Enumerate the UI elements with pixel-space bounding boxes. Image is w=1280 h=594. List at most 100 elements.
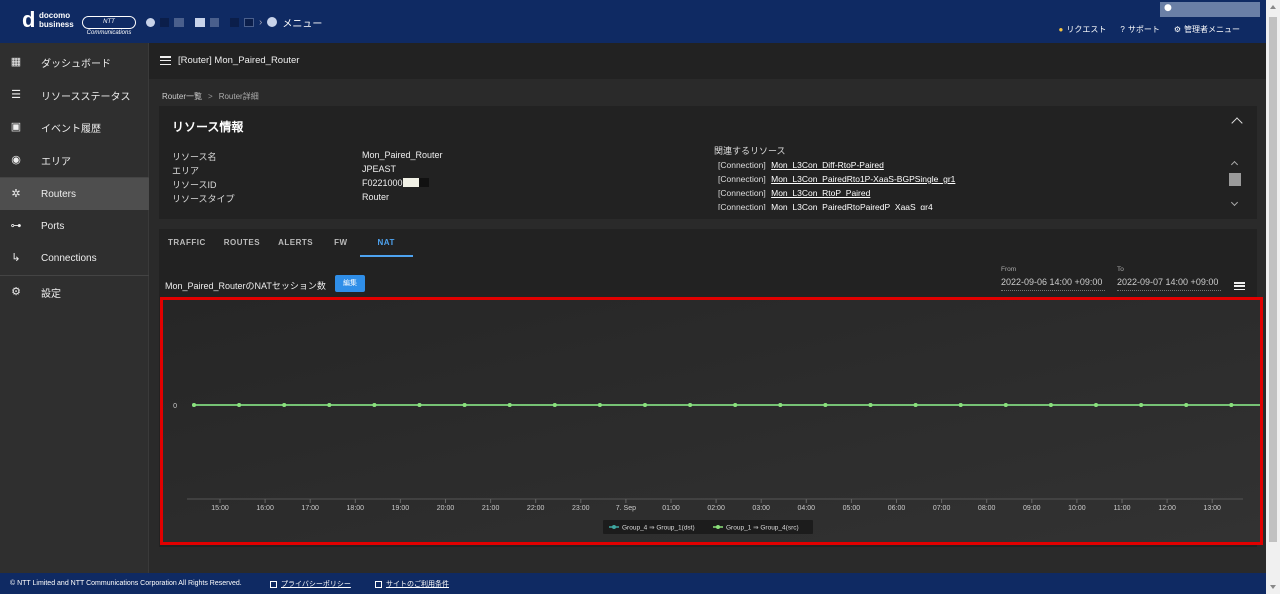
sidebar-item-label: ダッシュボード [41, 58, 111, 70]
x-tick-label: 7. Sep [616, 505, 636, 512]
to-date-input[interactable]: 2022-09-07 14:00 +09:00 [1117, 277, 1221, 291]
sidebar-item-label: エリア [41, 156, 71, 168]
data-point [1139, 403, 1144, 407]
data-point [643, 403, 647, 407]
related-list-scrollbar[interactable] [1227, 158, 1243, 210]
related-type: [Connection] [718, 174, 766, 184]
data-point [462, 403, 467, 407]
sidebar-item-label: 設定 [41, 288, 61, 300]
redacted-block [418, 178, 429, 187]
data-point [868, 403, 873, 407]
help-icon: ? [1120, 25, 1125, 34]
globe-pin-icon: ◉ [11, 154, 21, 166]
data-point [417, 403, 422, 407]
sidebar-item-routers[interactable]: ✲ Routers [0, 178, 149, 210]
sidebar-item-event-history[interactable]: ▣ イベント履歴 [0, 111, 149, 143]
chart-svg: 0 15:00 16:00 17:00 18:00 19:00 20:00 21:00 22:0… [163, 300, 1260, 542]
data-point [823, 403, 828, 407]
privacy-policy-link[interactable]: プライバシーポリシー [270, 579, 351, 589]
x-tick-label: 03:00 [752, 505, 770, 512]
tab-traffic[interactable]: TRAFFIC [159, 229, 215, 257]
page-scrollbar[interactable] [1266, 0, 1280, 594]
x-tick-label: 17:00 [301, 505, 319, 512]
scrollbar-thumb[interactable] [1269, 17, 1277, 542]
related-link[interactable]: Mon_L3Con_RtoP_Paired [771, 188, 870, 198]
scroll-down-icon[interactable] [1270, 585, 1276, 589]
x-tick-label: 15:00 [211, 505, 229, 512]
breadcrumb-current: Router詳細 [218, 92, 259, 101]
x-tick-label: 04:00 [798, 505, 816, 512]
edit-button[interactable]: 編集 [335, 275, 365, 292]
scroll-up-icon[interactable] [1230, 160, 1239, 169]
hamburger-menu-icon[interactable] [160, 56, 171, 66]
x-tick-label: 02:00 [707, 505, 725, 512]
data-point [733, 403, 738, 407]
support-link[interactable]: ? サポート [1120, 24, 1159, 35]
copyright-text: © NTT Limited and NTT Communications Cor… [10, 580, 242, 587]
legend-label: Group_1 ⇒ Group_4(src) [726, 525, 799, 532]
request-link[interactable]: ● リクエスト [1059, 24, 1107, 35]
related-type: [Connection] [718, 160, 766, 170]
related-link[interactable]: Mon_L3Con_PairedRto1P-XaaS-BGPSingle_gr1 [771, 174, 955, 184]
list-item: [Connection] Mon_L3Con_PairedRto1P-XaaS-… [718, 172, 1226, 186]
related-link[interactable]: Mon_L3Con_Diff-RtoP-Paired [771, 160, 884, 170]
scroll-down-icon[interactable] [1230, 198, 1239, 207]
tab-nat[interactable]: NAT [359, 229, 413, 257]
ntt-communications-badge: NTT Communications [82, 16, 136, 36]
data-point [282, 403, 287, 407]
data-point [1229, 403, 1234, 407]
page-titlebar: [Router] Mon_Paired_Router [149, 43, 1266, 79]
sidebar-item-ports[interactable]: ⊶ Ports [0, 210, 149, 242]
admin-menu-label: 管理者メニュー [1184, 25, 1240, 34]
data-point [327, 403, 332, 407]
list-item: [Connection] Mon_L3Con_Diff-RtoP-Paired [718, 158, 1226, 172]
breadcrumb-router-list[interactable]: Router一覧 [162, 92, 202, 101]
collapse-chevron-icon[interactable] [1231, 117, 1243, 129]
redacted-block [244, 17, 254, 27]
tenant-breadcrumb[interactable]: › メニュー [146, 15, 322, 30]
resource-info-card: リソース情報 リソース名 Mon_Paired_Router エリア JPEAS… [159, 106, 1257, 219]
x-tick-label: 22:00 [527, 505, 545, 512]
related-link[interactable]: Mon_L3Con_PairedRtoPairedP_XaaS_gr4 [771, 202, 933, 210]
sidebar-item-area[interactable]: ◉ エリア [0, 144, 149, 176]
resource-name-value: Mon_Paired_Router [362, 150, 443, 160]
bulb-icon: ● [1058, 25, 1064, 34]
user-account-button[interactable]: ● [1160, 2, 1260, 17]
sidebar-item-dashboard[interactable]: ▦ ダッシュボード [0, 46, 149, 78]
request-label: リクエスト [1066, 25, 1107, 34]
admin-menu-link[interactable]: ⚙ 管理者メニュー [1174, 24, 1240, 35]
header-links: ● リクエスト ? サポート ⚙ 管理者メニュー [1059, 24, 1240, 35]
scrollbar-thumb[interactable] [1229, 173, 1241, 186]
redacted-block [174, 17, 184, 27]
data-point [1094, 403, 1098, 407]
sidebar-item-settings[interactable]: ⚙ 設定 [0, 276, 149, 308]
grid-icon: ▦ [10, 56, 22, 68]
redacted-block [210, 17, 219, 27]
x-tick-label: 01:00 [662, 505, 680, 512]
sidebar-item-label: リソースステータス [41, 91, 131, 103]
tab-alerts[interactable]: ALERTS [269, 229, 322, 257]
x-tick-label: 10:00 [1068, 505, 1086, 512]
resource-info-heading: リソース情報 [172, 120, 244, 134]
x-tick-label: 06:00 [888, 505, 906, 512]
router-icon: ✲ [11, 188, 21, 200]
tenant-icon [146, 17, 155, 27]
sidebar-item-connections[interactable]: ↳ Connections [0, 242, 149, 274]
from-label: From [1001, 266, 1017, 273]
menu-link[interactable]: メニュー [282, 15, 322, 30]
tab-routes[interactable]: ROUTES [215, 229, 269, 257]
x-tick-label: 19:00 [392, 505, 410, 512]
scroll-up-icon[interactable] [1270, 5, 1276, 9]
data-point [1003, 403, 1008, 407]
terms-link[interactable]: サイトのご利用条件 [375, 579, 449, 589]
tab-fw[interactable]: FW [322, 229, 359, 257]
chart-menu-icon[interactable] [1234, 282, 1245, 291]
from-date-input[interactable]: 2022-09-06 14:00 +09:00 [1001, 277, 1105, 291]
data-point [688, 403, 693, 407]
data-point [778, 403, 783, 407]
resource-type-value: Router [362, 192, 390, 202]
breadcrumb: Router一覧 > Router詳細 [162, 91, 259, 102]
resource-id-label: リソースID [172, 180, 217, 190]
x-tick-label: 21:00 [482, 505, 500, 512]
sidebar-item-resource-status[interactable]: ☰ リソースステータス [0, 79, 149, 111]
